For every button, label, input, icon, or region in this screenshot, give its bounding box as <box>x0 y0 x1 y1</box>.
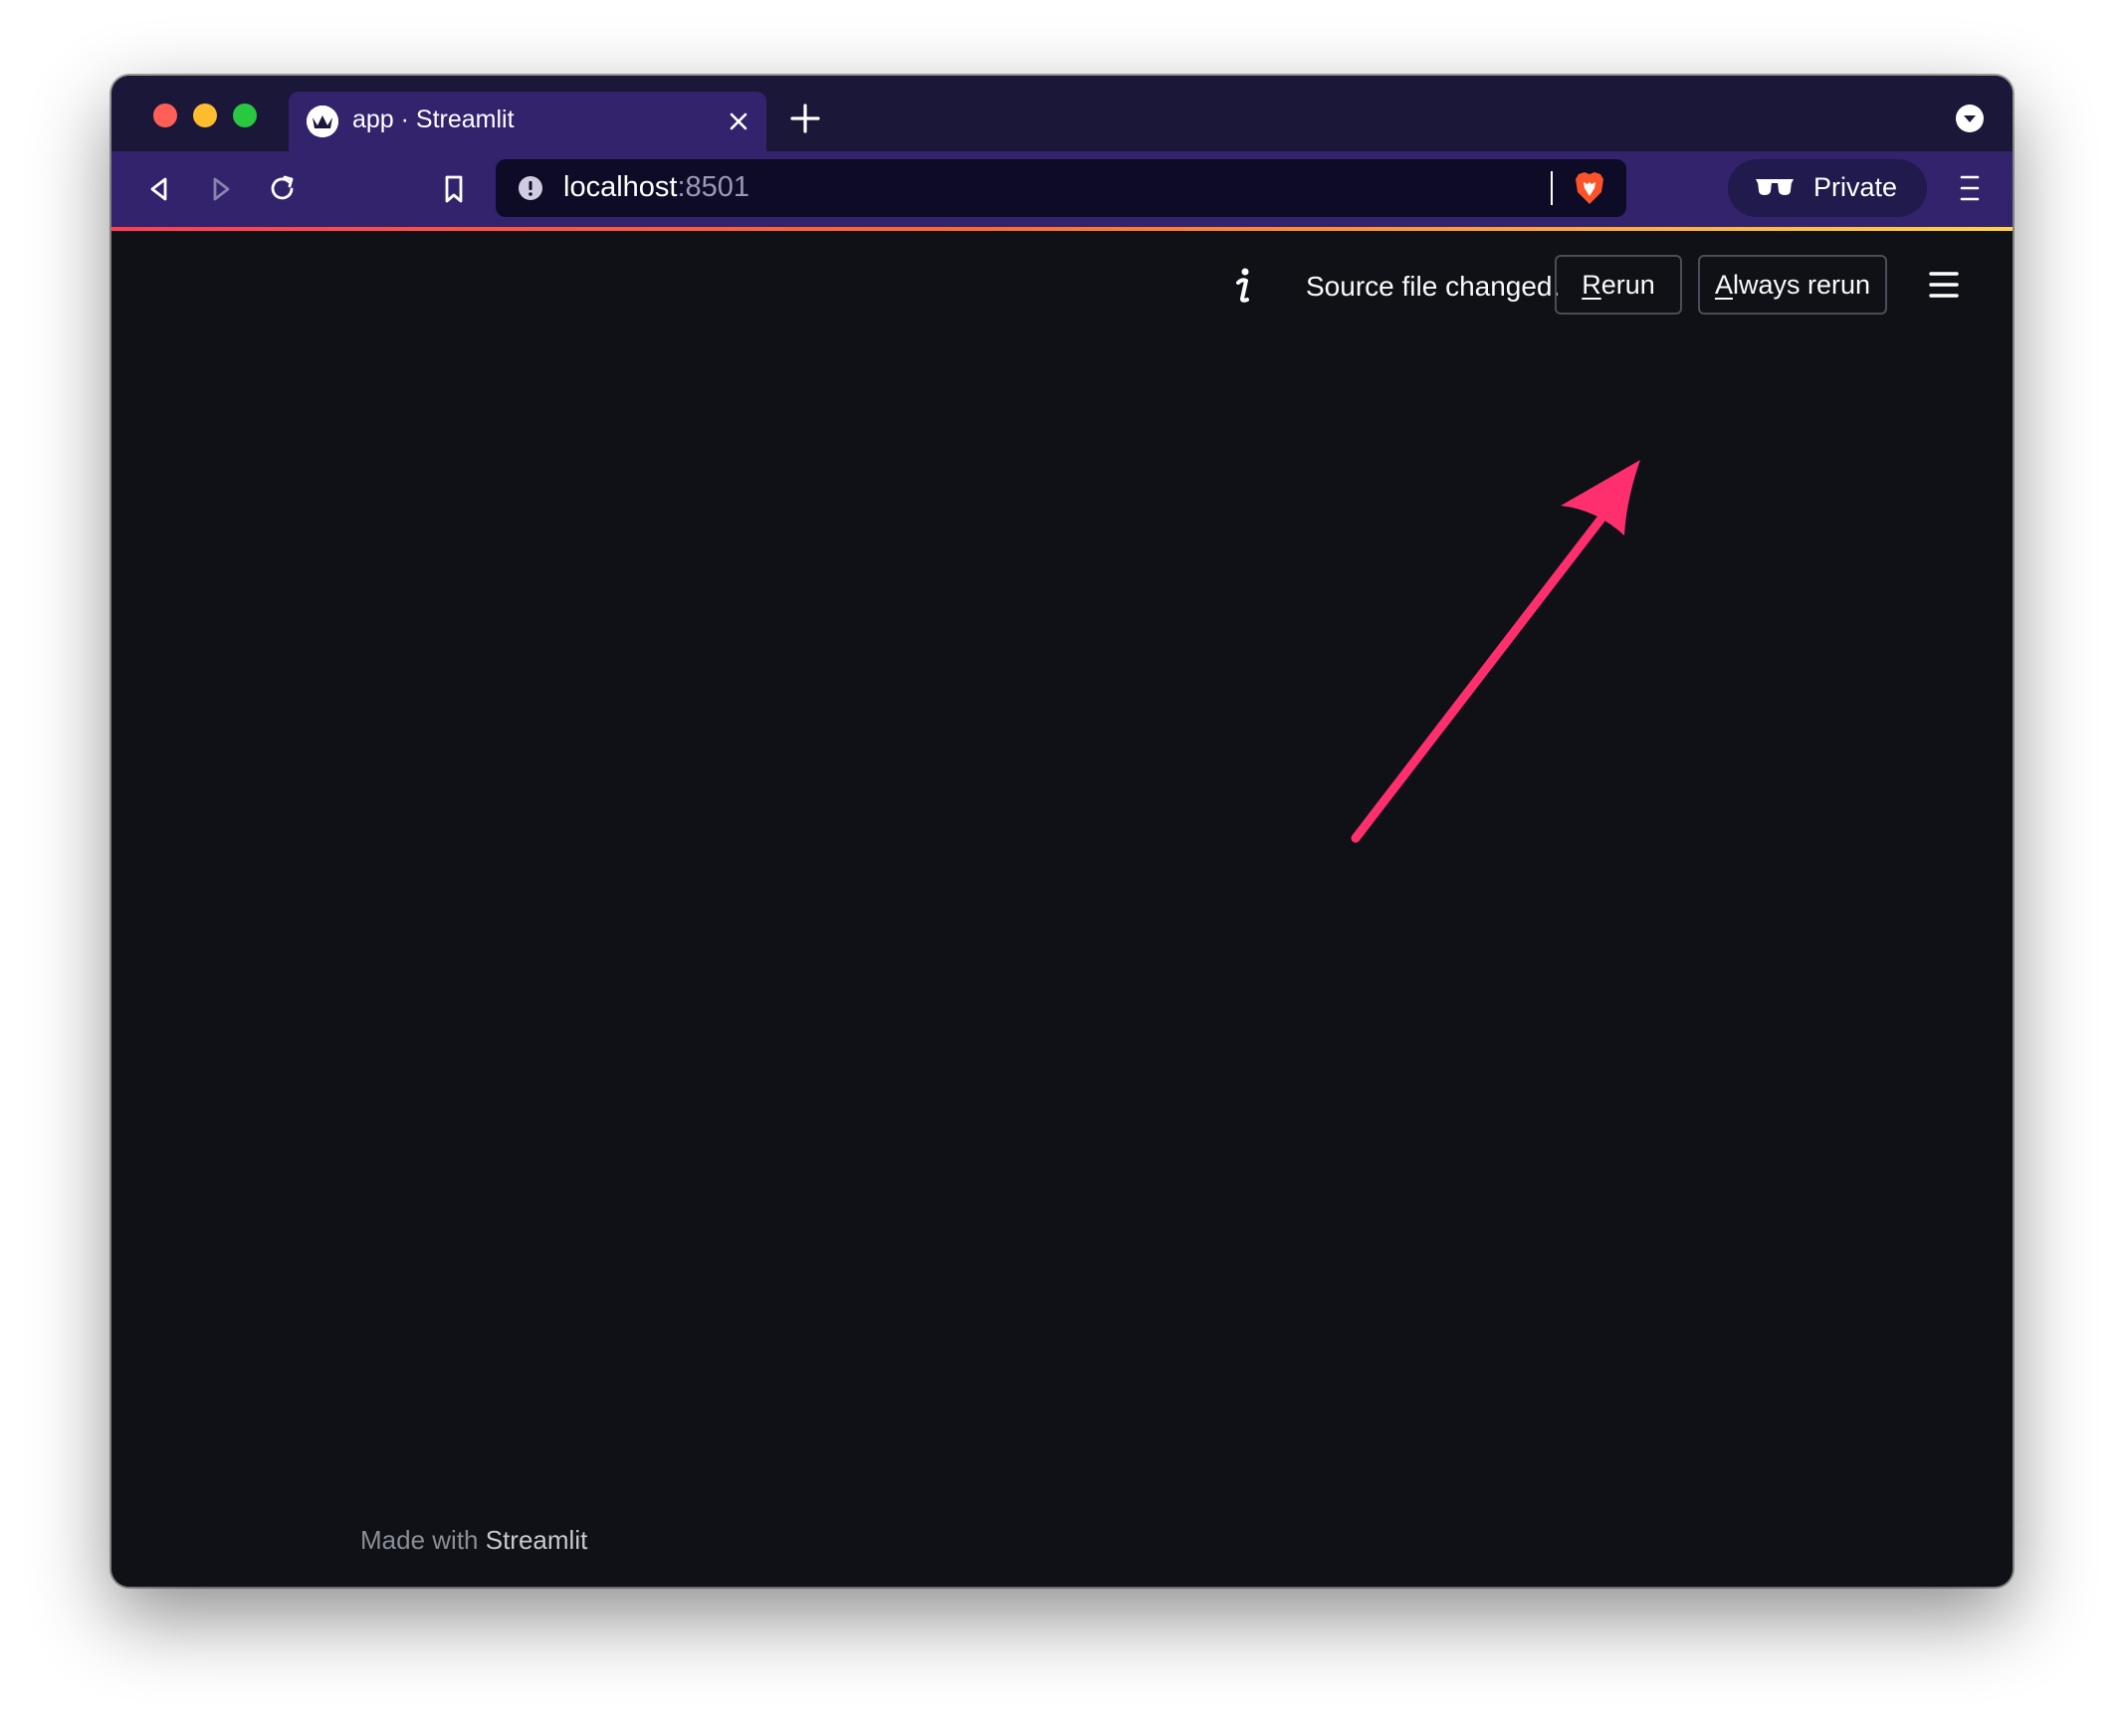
window-minimize-button[interactable] <box>193 104 217 127</box>
streamlit-page: Source file changed. Rerun Always rerun … <box>111 231 2013 1587</box>
reload-icon[interactable] <box>265 171 301 207</box>
footer: Made with Streamlit <box>360 1525 587 1556</box>
site-warning-icon[interactable] <box>518 175 543 201</box>
browser-menu-icon[interactable] <box>1955 171 1985 205</box>
always-rerun-label-rest: lways rerun <box>1732 270 1871 300</box>
brave-shield-icon[interactable] <box>1573 170 1606 206</box>
tab-close-icon[interactable] <box>723 106 754 137</box>
always-rerun-shortcut-letter: A <box>1714 270 1733 300</box>
new-tab-plus-icon[interactable] <box>788 102 822 135</box>
browser-window: app · Streamlit localhost:8501 Private S… <box>111 76 2013 1587</box>
window-maximize-button[interactable] <box>233 104 257 127</box>
address-bar[interactable]: localhost:8501 <box>496 159 1626 217</box>
rerun-shortcut-letter: R <box>1582 270 1601 300</box>
forward-icon[interactable] <box>203 171 239 207</box>
annotation-arrow <box>1326 420 1664 858</box>
bookmark-icon[interactable] <box>436 171 472 207</box>
url-text: localhost:8501 <box>563 171 749 204</box>
private-label: Private <box>1813 172 1898 202</box>
url-port: :8501 <box>677 171 750 203</box>
private-glasses-icon <box>1754 175 1796 199</box>
streamlit-crown-icon <box>307 106 338 137</box>
browser-tab[interactable]: app · Streamlit <box>289 92 766 151</box>
footer-made-with: Made with <box>360 1525 486 1555</box>
window-close-button[interactable] <box>153 104 177 127</box>
private-window-indicator[interactable]: Private <box>1728 159 1927 217</box>
browser-toolbar: localhost:8501 Private <box>111 151 2013 227</box>
url-host: localhost <box>563 171 678 203</box>
rerun-label-rest: erun <box>1600 270 1655 300</box>
tab-title: app · Streamlit <box>352 106 515 133</box>
hamburger-menu-icon[interactable] <box>1927 269 1961 301</box>
tab-strip: app · Streamlit <box>111 76 2013 151</box>
tab-list-dropdown-icon[interactable] <box>1955 104 1985 133</box>
rerun-button[interactable]: Rerun <box>1555 255 1682 315</box>
url-separator <box>1551 171 1553 205</box>
info-icon <box>1232 267 1256 307</box>
status-message: Source file changed. <box>1306 271 1561 302</box>
always-rerun-button[interactable]: Always rerun <box>1698 255 1887 315</box>
footer-streamlit-link[interactable]: Streamlit <box>486 1525 588 1555</box>
back-icon[interactable] <box>141 171 177 207</box>
